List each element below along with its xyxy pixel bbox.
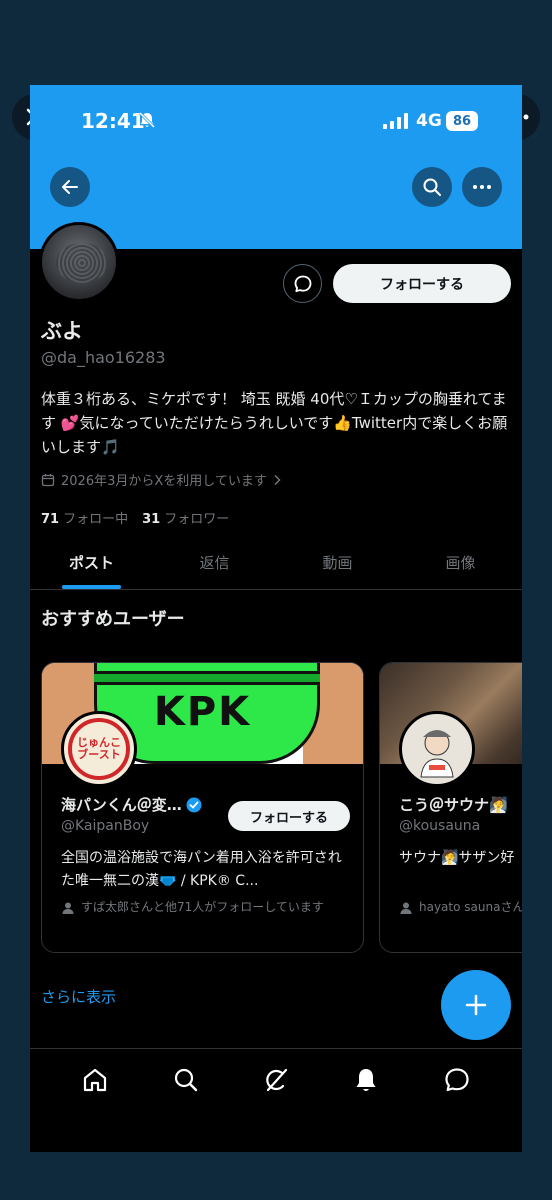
bell-icon bbox=[356, 1068, 376, 1091]
calendar-icon bbox=[41, 473, 55, 486]
nav-search[interactable] bbox=[166, 1060, 206, 1100]
phone-screen: 12:41 4G 86 フォローする ぶよ @da_hao16283 体重３桁あ… bbox=[30, 85, 522, 1152]
show-more-link[interactable]: さらに表示 bbox=[41, 986, 116, 1007]
tab-posts[interactable]: ポスト bbox=[30, 540, 153, 589]
message-icon bbox=[294, 275, 311, 292]
profile-bio: 体重３桁ある、ミケポです！ 埼玉 既婚 40代♡Ｉカップの胸垂れてます 💕気にな… bbox=[41, 390, 508, 456]
chevron-right-icon bbox=[274, 474, 281, 485]
card-user-handle: @KaipanBoy bbox=[61, 818, 150, 834]
person-icon bbox=[400, 902, 412, 914]
card-user-name-text: 海パンくん＠変… bbox=[61, 796, 182, 814]
recommended-users-title: おすすめユーザー bbox=[41, 609, 185, 630]
message-button[interactable] bbox=[283, 264, 322, 303]
compose-button[interactable] bbox=[441, 970, 511, 1040]
card-user-name: 海パンくん＠変… bbox=[61, 794, 202, 815]
card-user-handle: @kousauna bbox=[399, 818, 481, 834]
card-followed-by: hayato saunaさんがフォローしています bbox=[399, 899, 522, 916]
more-icon bbox=[473, 185, 491, 189]
signal-icon bbox=[383, 113, 409, 133]
card-avatar[interactable]: じゅんこブースト bbox=[61, 711, 137, 787]
profile-avatar[interactable] bbox=[39, 222, 119, 302]
home-icon bbox=[84, 1068, 107, 1091]
follow-button[interactable]: フォローする bbox=[333, 264, 511, 303]
following-label: フォロー中 bbox=[63, 512, 129, 527]
card-follow-button[interactable]: フォローする bbox=[228, 801, 350, 831]
status-bar: 12:41 4G 86 bbox=[30, 105, 522, 135]
bottom-nav bbox=[30, 1048, 522, 1110]
card-user-name: こう＠サウナ🧖 bbox=[399, 796, 508, 814]
search-icon bbox=[423, 178, 441, 196]
followers-link[interactable]: 31 フォロワー bbox=[142, 508, 229, 527]
back-icon bbox=[62, 180, 78, 194]
card-description: 全国の温浴施設で海パン着用入浴を許可された唯一無二の漢🩲 / KPK® C... bbox=[61, 850, 342, 889]
card-followed-by-text: hayato saunaさんがフォローしています bbox=[419, 900, 522, 914]
chat-icon bbox=[445, 1067, 469, 1091]
card-avatar[interactable] bbox=[399, 711, 475, 787]
profile-name: ぶよ bbox=[41, 319, 83, 343]
follow-counts: 71 フォロー中 31 フォロワー bbox=[41, 508, 229, 527]
tab-videos[interactable]: 動画 bbox=[276, 540, 399, 589]
card-description: サウナ🧖サザン好 bbox=[399, 850, 515, 866]
joined-text: 2026年3月からXを利用しています bbox=[61, 474, 267, 489]
nav-grok[interactable] bbox=[256, 1060, 296, 1100]
user-card[interactable]: KPK じゅんこブースト 海パンくん＠変… @KaipanBoy フォローする … bbox=[41, 662, 364, 953]
person-icon bbox=[62, 902, 74, 914]
nav-notifications[interactable] bbox=[346, 1060, 386, 1100]
avatar-logo-text: じゅんこブースト bbox=[77, 736, 121, 761]
silent-bell-icon bbox=[138, 111, 156, 133]
search-icon bbox=[174, 1068, 197, 1091]
tab-images[interactable]: 画像 bbox=[399, 540, 522, 589]
status-time: 12:41 bbox=[81, 109, 145, 133]
more-options-button[interactable] bbox=[462, 167, 502, 207]
verified-icon bbox=[186, 797, 202, 812]
network-type: 4G bbox=[416, 111, 442, 131]
card-followed-by: すぱ太郎さんと他71人がフォローしています bbox=[61, 899, 353, 916]
nav-home[interactable] bbox=[75, 1060, 115, 1100]
grok-icon bbox=[266, 1068, 288, 1091]
following-count: 71 bbox=[41, 512, 60, 527]
plus-icon bbox=[465, 994, 487, 1016]
card-followed-by-text: すぱ太郎さんと他71人がフォローしています bbox=[81, 900, 324, 914]
tab-replies[interactable]: 返信 bbox=[153, 540, 276, 589]
following-link[interactable]: 71 フォロー中 bbox=[41, 508, 128, 527]
back-button[interactable] bbox=[50, 167, 90, 207]
battery-indicator: 86 bbox=[446, 111, 478, 131]
nav-messages[interactable] bbox=[437, 1060, 477, 1100]
search-button[interactable] bbox=[412, 167, 452, 207]
user-card[interactable]: こう＠サウナ🧖 @kousauna サウナ🧖サザン好 hayato saunaさ… bbox=[379, 662, 522, 953]
joined-date: 2026年3月からXを利用しています bbox=[41, 470, 281, 489]
profile-tabs: ポスト 返信 動画 画像 bbox=[30, 540, 522, 590]
followers-label: フォロワー bbox=[164, 512, 230, 527]
followers-count: 31 bbox=[142, 512, 161, 527]
profile-handle: @da_hao16283 bbox=[41, 348, 166, 367]
